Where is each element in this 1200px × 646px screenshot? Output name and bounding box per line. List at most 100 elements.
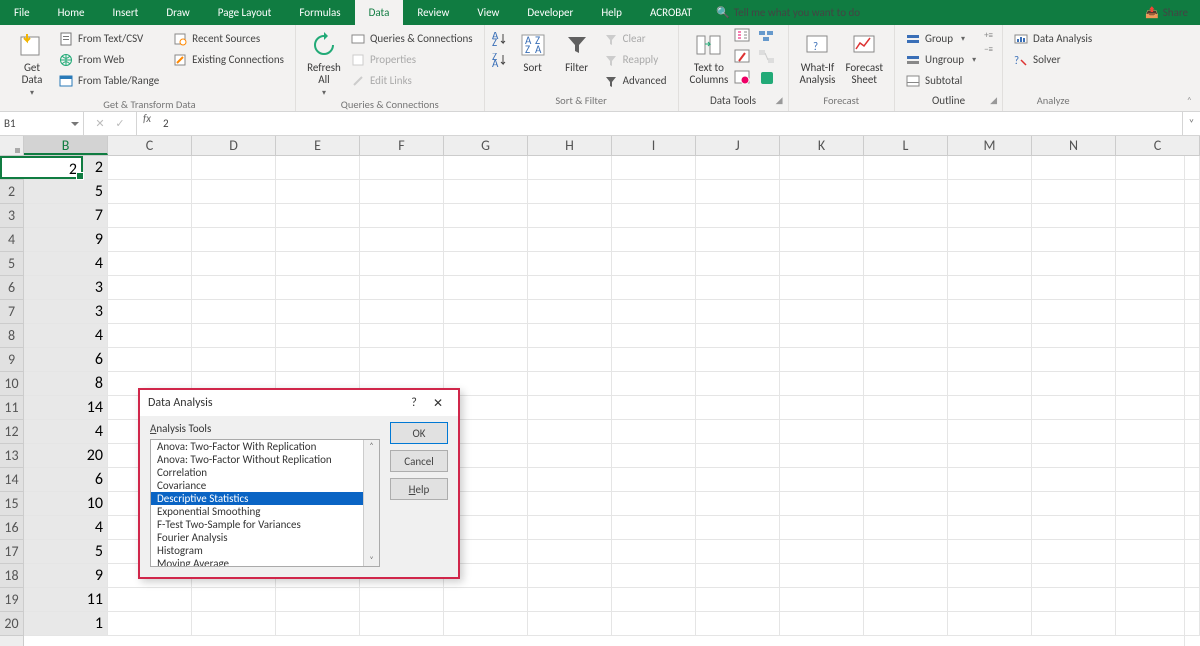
- cell[interactable]: [528, 564, 612, 588]
- analysis-tool-item[interactable]: Moving Average: [151, 557, 363, 566]
- cell[interactable]: [1032, 492, 1116, 516]
- cell[interactable]: [108, 276, 192, 300]
- cancel-button[interactable]: Cancel: [390, 450, 448, 472]
- cell[interactable]: [108, 204, 192, 228]
- cell[interactable]: [780, 516, 864, 540]
- cell[interactable]: [444, 324, 528, 348]
- dialog-launcher-icon[interactable]: ◢: [990, 95, 997, 106]
- cell[interactable]: [696, 396, 780, 420]
- refresh-all-button[interactable]: Refresh All ▾: [303, 28, 345, 98]
- cell[interactable]: [864, 396, 948, 420]
- row-header[interactable]: 18: [0, 564, 23, 588]
- cell[interactable]: 11: [24, 588, 108, 612]
- cell[interactable]: [864, 468, 948, 492]
- from-web-button[interactable]: From Web: [55, 49, 163, 70]
- cell[interactable]: [696, 180, 780, 204]
- cell[interactable]: [780, 156, 864, 180]
- cell[interactable]: [696, 468, 780, 492]
- cell[interactable]: [948, 612, 1032, 636]
- formula-input[interactable]: 2: [157, 112, 1182, 135]
- cell[interactable]: [864, 276, 948, 300]
- cell[interactable]: [864, 420, 948, 444]
- cell[interactable]: [864, 564, 948, 588]
- cell[interactable]: [1032, 276, 1116, 300]
- column-header[interactable]: C: [108, 136, 192, 155]
- cell[interactable]: [948, 372, 1032, 396]
- cell[interactable]: [612, 444, 696, 468]
- cell[interactable]: [1032, 204, 1116, 228]
- column-header[interactable]: I: [612, 136, 696, 155]
- cell[interactable]: [444, 228, 528, 252]
- fx-icon[interactable]: fx: [137, 112, 157, 135]
- cell[interactable]: [1032, 516, 1116, 540]
- cell[interactable]: [192, 348, 276, 372]
- cell[interactable]: [864, 444, 948, 468]
- cell[interactable]: 4: [24, 420, 108, 444]
- column-header[interactable]: K: [780, 136, 864, 155]
- cell[interactable]: [948, 396, 1032, 420]
- row-header[interactable]: 1: [0, 156, 23, 180]
- cell[interactable]: [444, 348, 528, 372]
- cell[interactable]: 5: [24, 180, 108, 204]
- cell[interactable]: [864, 300, 948, 324]
- tab-home[interactable]: Home: [44, 0, 99, 25]
- cell[interactable]: [528, 324, 612, 348]
- row-header[interactable]: 9: [0, 348, 23, 372]
- cell[interactable]: [528, 492, 612, 516]
- dialog-help-icon[interactable]: ?: [402, 396, 426, 410]
- cell[interactable]: [192, 228, 276, 252]
- cell[interactable]: [696, 564, 780, 588]
- tab-file[interactable]: File: [0, 0, 44, 25]
- cell[interactable]: [276, 252, 360, 276]
- cell[interactable]: [780, 228, 864, 252]
- cell[interactable]: [276, 324, 360, 348]
- cell[interactable]: [192, 204, 276, 228]
- cell[interactable]: [528, 276, 612, 300]
- edit-links-button[interactable]: Edit Links: [347, 70, 477, 91]
- cell[interactable]: [612, 228, 696, 252]
- analysis-tool-item[interactable]: Anova: Two-Factor With Replication: [151, 440, 363, 453]
- cell[interactable]: [864, 324, 948, 348]
- properties-button[interactable]: Properties: [347, 49, 477, 70]
- cell[interactable]: [528, 252, 612, 276]
- cell[interactable]: [360, 324, 444, 348]
- cell[interactable]: [108, 612, 192, 636]
- column-header[interactable]: H: [528, 136, 612, 155]
- cell[interactable]: [1032, 228, 1116, 252]
- ok-button[interactable]: OK: [390, 422, 448, 444]
- row-header[interactable]: 10: [0, 372, 23, 396]
- cell[interactable]: [864, 588, 948, 612]
- cell[interactable]: [192, 180, 276, 204]
- cell[interactable]: [612, 180, 696, 204]
- cell[interactable]: [360, 204, 444, 228]
- cell[interactable]: [1032, 156, 1116, 180]
- row-header[interactable]: 2: [0, 180, 23, 204]
- cell[interactable]: 4: [24, 252, 108, 276]
- cell[interactable]: [948, 180, 1032, 204]
- what-if-button[interactable]: ? What-If Analysis: [796, 28, 840, 86]
- tab-help[interactable]: Help: [587, 0, 636, 25]
- cell[interactable]: 9: [24, 228, 108, 252]
- cell[interactable]: [780, 612, 864, 636]
- cell[interactable]: [528, 420, 612, 444]
- cell[interactable]: [948, 324, 1032, 348]
- cell[interactable]: [612, 492, 696, 516]
- column-header[interactable]: L: [864, 136, 948, 155]
- cell[interactable]: [696, 276, 780, 300]
- cell[interactable]: [864, 492, 948, 516]
- cell[interactable]: [528, 300, 612, 324]
- cell[interactable]: [612, 324, 696, 348]
- tab-page-layout[interactable]: Page Layout: [204, 0, 286, 25]
- existing-connections-button[interactable]: Existing Connections: [169, 49, 288, 70]
- from-table-range-button[interactable]: From Table/Range: [55, 70, 163, 91]
- cell[interactable]: [528, 468, 612, 492]
- cell[interactable]: [276, 300, 360, 324]
- cell[interactable]: [780, 324, 864, 348]
- cell[interactable]: [948, 420, 1032, 444]
- forecast-sheet-button[interactable]: Forecast Sheet: [841, 28, 887, 86]
- cell[interactable]: [108, 300, 192, 324]
- cell[interactable]: 4: [24, 516, 108, 540]
- cell[interactable]: [108, 156, 192, 180]
- cell[interactable]: [1032, 324, 1116, 348]
- row-header[interactable]: 7: [0, 300, 23, 324]
